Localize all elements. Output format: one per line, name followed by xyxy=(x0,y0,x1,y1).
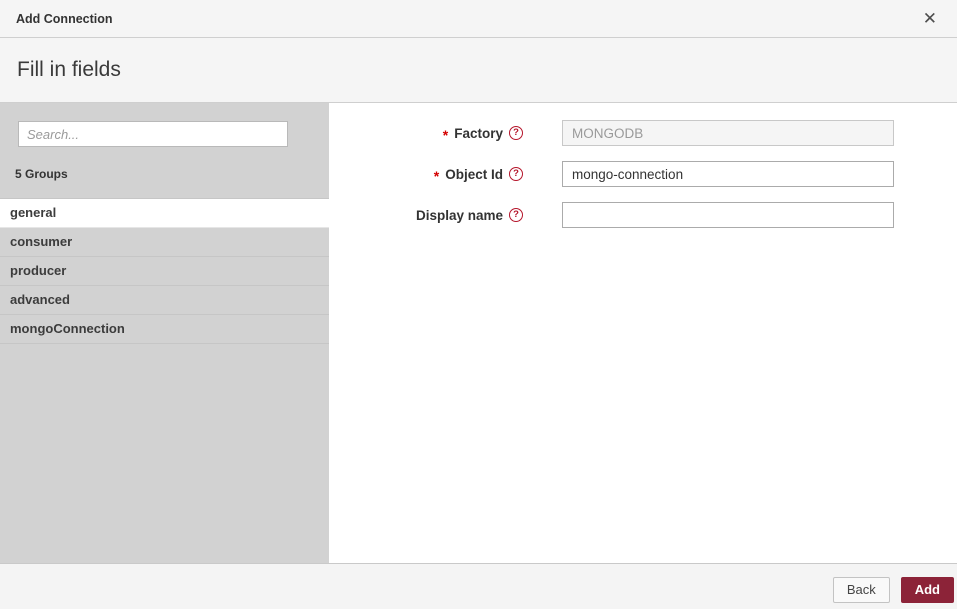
object-id-input[interactable] xyxy=(562,161,894,187)
dialog-subheader: Fill in fields xyxy=(0,38,957,103)
display-name-help-icon[interactable]: ? xyxy=(509,208,523,222)
sidebar-item-advanced[interactable]: advanced xyxy=(0,286,329,315)
required-marker: * xyxy=(433,167,440,184)
groups-sidebar: 5 Groups general consumer producer advan… xyxy=(0,103,329,563)
groups-count-label: 5 Groups xyxy=(15,167,68,181)
add-connection-dialog: Add Connection ✕ Fill in fields 5 Groups… xyxy=(0,0,957,609)
object-id-help-icon[interactable]: ? xyxy=(509,167,523,181)
dialog-title: Add Connection xyxy=(16,11,113,26)
dialog-titlebar: Add Connection ✕ xyxy=(0,0,957,38)
search-input[interactable] xyxy=(18,121,288,147)
group-list: general consumer producer advanced mongo… xyxy=(0,198,329,344)
form-row-display-name: Display name ? xyxy=(329,202,957,228)
form-row-factory: * Factory ? xyxy=(329,120,957,146)
required-marker: * xyxy=(442,126,449,143)
sidebar-item-mongoconnection[interactable]: mongoConnection xyxy=(0,315,329,344)
display-name-input[interactable] xyxy=(562,202,894,228)
page-title: Fill in fields xyxy=(17,58,121,81)
display-name-label: Display name xyxy=(415,207,503,223)
object-id-input-wrap xyxy=(562,161,894,187)
back-button[interactable]: Back xyxy=(832,576,890,603)
add-button[interactable]: Add xyxy=(900,576,954,603)
factory-help-icon[interactable]: ? xyxy=(509,126,523,140)
factory-label: Factory xyxy=(454,125,503,141)
object-id-label: Object Id xyxy=(445,166,503,182)
factory-input xyxy=(562,120,894,146)
display-name-label-group: Display name ? xyxy=(329,208,523,223)
display-name-input-wrap xyxy=(562,202,894,228)
factory-input-wrap xyxy=(562,120,894,146)
form-row-object-id: * Object Id ? xyxy=(329,161,957,187)
sidebar-item-general[interactable]: general xyxy=(0,199,329,228)
dialog-footer: Back Add xyxy=(0,563,957,609)
sidebar-item-producer[interactable]: producer xyxy=(0,257,329,286)
dialog-body: 5 Groups general consumer producer advan… xyxy=(0,103,957,563)
object-id-label-group: * Object Id ? xyxy=(329,166,523,183)
factory-label-group: * Factory ? xyxy=(329,125,523,142)
sidebar-item-consumer[interactable]: consumer xyxy=(0,228,329,257)
form-panel: * Factory ? * Object Id ? xyxy=(329,103,957,563)
close-icon[interactable]: ✕ xyxy=(919,8,941,29)
